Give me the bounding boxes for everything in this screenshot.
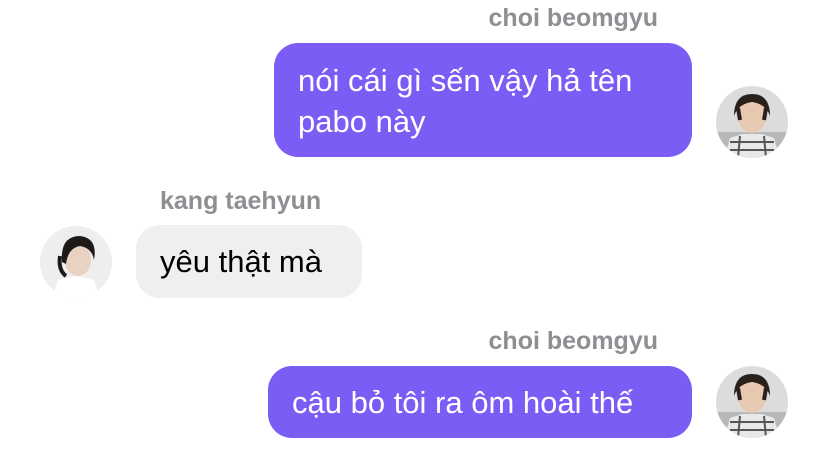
beomgyu-avatar-icon[interactable] [716, 86, 788, 158]
beomgyu-avatar-icon[interactable] [716, 366, 788, 438]
taehyun-avatar-icon[interactable] [40, 226, 112, 298]
sender-name: choi beomgyu [488, 4, 658, 32]
sender-name: kang taehyun [160, 187, 322, 215]
message-bubble[interactable]: cậu bỏ tôi ra ôm hoài thế [268, 366, 692, 438]
message-bubble[interactable]: yêu thật mà [136, 225, 362, 298]
chat-thread: choi beomgyu nói cái gì sến vậy hả tên p… [0, 0, 828, 455]
sender-name: choi beomgyu [488, 327, 658, 355]
message-bubble[interactable]: nói cái gì sến vậy hả tên pabo này [274, 43, 692, 157]
